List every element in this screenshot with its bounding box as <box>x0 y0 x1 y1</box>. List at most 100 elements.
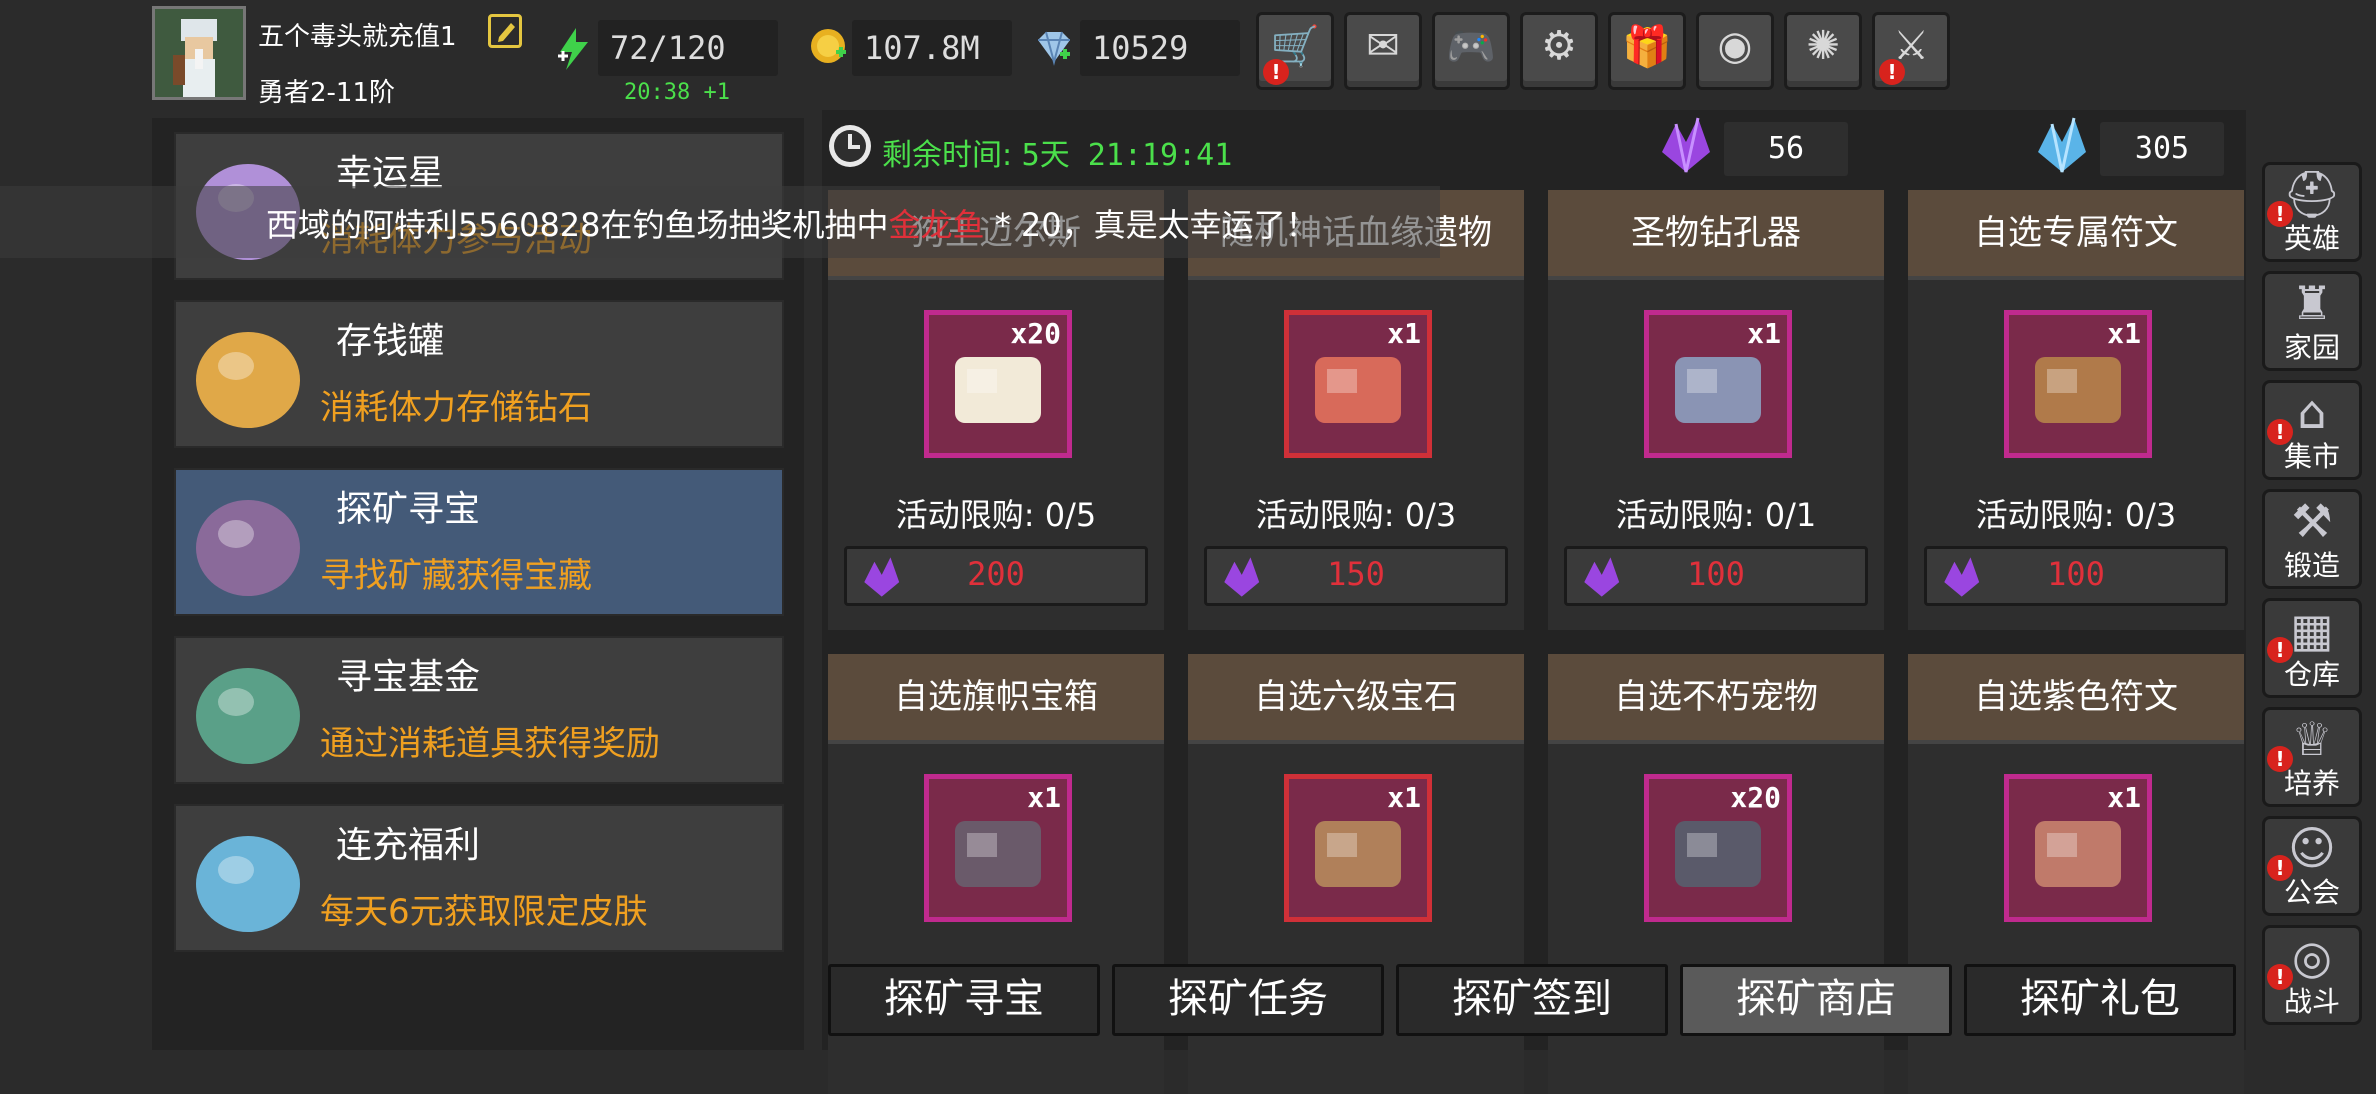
fireworks-icon: ✺ <box>1806 23 1840 69</box>
shop-item-name: 自选专属符文 <box>1908 190 2244 280</box>
gift-icon: 🎁 <box>1622 24 1672 70</box>
alert-badge: ! <box>2267 637 2293 663</box>
sidebar-item-title: 探矿寻宝 <box>336 489 481 530</box>
broadcast-message: 西域的阿特利5560828在钓鱼场抽奖机抽中金龙鱼 * 20，真是太幸运了！ <box>266 200 1318 246</box>
shop-item-frame[interactable]: x20 <box>924 310 1072 458</box>
gamepad-button[interactable]: 🎮 <box>1432 12 1510 90</box>
gold-coin-icon <box>808 26 848 66</box>
broadcast-prefix: 西域的阿特利5560828在钓鱼场抽奖机抽中 <box>266 206 889 244</box>
pet-egg-chest-icon <box>1667 801 1769 897</box>
shop-item-frame[interactable]: x20 <box>1644 774 1792 922</box>
shop-item-quantity: x20 <box>1730 781 1781 814</box>
nav-guild[interactable]: ☺ 公会! <box>2262 816 2362 916</box>
price-value: 100 <box>2047 555 2105 593</box>
sidebar-item-piggy-bank[interactable]: 存钱罐 消耗体力存储钻石 <box>174 300 784 448</box>
settings-gear-icon: ⚙ <box>1541 23 1577 69</box>
color-wheel-icon: ◉ <box>1717 23 1753 69</box>
nav-label: 锻造 <box>2283 549 2340 582</box>
sidebar-item-money-bag[interactable]: 寻宝基金通过消耗道具获得奖励 <box>174 636 784 784</box>
nav-portal[interactable]: ◎ 战斗! <box>2262 925 2362 1025</box>
sidebar-item-desc: 寻找矿藏获得宝藏 <box>320 556 592 596</box>
shop-item-frame[interactable]: x1 <box>2004 774 2152 922</box>
tab-4[interactable]: 探矿商店 <box>1680 964 1952 1036</box>
shop-item-card[interactable]: 圣物钻孔器 x1 活动限购: 0/1 100 <box>1548 190 1884 630</box>
nav-label: 家园 <box>2283 331 2340 364</box>
piggy-bank-icon <box>186 314 310 438</box>
blue-crystal-icon <box>2028 112 2094 178</box>
nav-market[interactable]: ⌂ 集市! <box>2262 380 2362 480</box>
relic-chest-icon <box>1307 337 1409 433</box>
shop-item-frame[interactable]: x1 <box>924 774 1072 922</box>
tab-2[interactable]: 探矿任务 <box>1112 964 1384 1036</box>
stamina-regen-timer: 20:38 +1 <box>624 80 730 105</box>
treasure-chest-icon <box>186 482 310 606</box>
nav-warehouse[interactable]: ▦ 仓库! <box>2262 598 2362 698</box>
shop-item-quantity: x1 <box>1747 317 1781 350</box>
sidebar-item-desc: 消耗体力存储钻石 <box>320 388 592 428</box>
gift-button[interactable]: 🎁 <box>1608 12 1686 90</box>
broadcast-highlight: 金龙鱼 <box>888 206 985 244</box>
nav-anvil[interactable]: ⚒ 锻造 <box>2262 489 2362 589</box>
castle-icon: ♜ <box>2291 276 2333 330</box>
purple-crystal-count: 56 <box>1724 122 1848 176</box>
shop-item-quantity: x1 <box>2107 317 2141 350</box>
player-avatar[interactable] <box>152 6 246 100</box>
fireworks-button[interactable]: ✺ <box>1784 12 1862 90</box>
sidebar-item-crystal-cube[interactable]: 连充福利 每天6元获取限定皮肤 <box>174 804 784 952</box>
tab-3[interactable]: 探矿签到 <box>1396 964 1668 1036</box>
shop-item-name: 自选六级宝石 <box>1188 654 1524 744</box>
alert-badge: ! <box>2267 746 2293 772</box>
shop-item-name: 自选旗帜宝箱 <box>828 654 1164 744</box>
nav-trophy[interactable]: ♕ 培养! <box>2262 707 2362 807</box>
nav-castle[interactable]: ♜ 家园 <box>2262 271 2362 371</box>
shop-item-frame[interactable]: x1 <box>1644 310 1792 458</box>
shop-item-name: 圣物钻孔器 <box>1548 190 1884 280</box>
purchase-limit: 活动限购: 0/3 <box>1255 496 1457 534</box>
purchase-limit: 活动限购: 0/1 <box>1615 496 1817 534</box>
alert-badge: ! <box>2267 855 2293 881</box>
diamond-value: 10529 <box>1080 20 1240 76</box>
purple-rune-chest-icon <box>2027 801 2129 897</box>
buy-button[interactable]: 100 <box>1564 546 1868 606</box>
gem-chest-icon <box>1307 801 1409 897</box>
shop-item-frame[interactable]: x1 <box>2004 310 2152 458</box>
avatar-portrait-icon <box>155 9 243 97</box>
buy-button[interactable]: 200 <box>844 546 1148 606</box>
remaining-time-value: 5天 21:19:41 <box>1021 138 1233 173</box>
crossed-swords-button[interactable]: ⚔! <box>1872 12 1950 90</box>
shop-item-card[interactable]: 自选专属符文 x1 活动限购: 0/3 100 <box>1908 190 2244 630</box>
rune-chest-icon <box>2027 337 2129 433</box>
edit-name-icon[interactable] <box>488 14 522 48</box>
shop-item-frame[interactable]: x1 <box>1284 774 1432 922</box>
shop-item-quantity: x1 <box>1027 781 1061 814</box>
shop-item-quantity: x1 <box>1387 317 1421 350</box>
buy-button[interactable]: 100 <box>1924 546 2228 606</box>
mail-button[interactable]: ✉ <box>1344 12 1422 90</box>
shop-item-name: 自选紫色符文 <box>1908 654 2244 744</box>
mail-icon: ✉ <box>1366 23 1400 69</box>
flag-chest-icon <box>947 801 1049 897</box>
sidebar-item-desc: 每天6元获取限定皮肤 <box>320 892 648 932</box>
tab-5[interactable]: 探矿礼包 <box>1964 964 2236 1036</box>
sidebar-item-desc: 通过消耗道具获得奖励 <box>320 724 660 764</box>
sidebar-item-treasure-chest[interactable]: 探矿寻宝寻找矿藏获得宝藏 <box>174 468 784 616</box>
purchase-limit: 活动限购: 0/5 <box>895 496 1097 534</box>
clock-icon <box>826 122 874 170</box>
nav-helmet[interactable]: ⛑ 英雄! <box>2262 162 2362 262</box>
player-rank: 勇者2-11阶 <box>258 78 396 108</box>
sidebar-item-title: 寻宝基金 <box>336 657 481 698</box>
stamina-value: 72/120 <box>598 20 778 76</box>
money-bag-icon <box>186 650 310 774</box>
buy-button[interactable]: 150 <box>1204 546 1508 606</box>
price-value: 150 <box>1327 555 1385 593</box>
shop-item-frame[interactable]: x1 <box>1284 310 1432 458</box>
settings-gear-button[interactable]: ⚙ <box>1520 12 1598 90</box>
broadcast-suffix: * 20，真是太幸运了！ <box>984 206 1318 244</box>
color-wheel-button[interactable]: ◉ <box>1696 12 1774 90</box>
anvil-icon: ⚒ <box>2291 494 2333 548</box>
tab-1[interactable]: 探矿寻宝 <box>828 964 1100 1036</box>
shop-item-quantity: x1 <box>2107 781 2141 814</box>
gold-value: 107.8M <box>852 20 1012 76</box>
blue-crystal-count: 305 <box>2100 122 2224 176</box>
shop-cart-button[interactable]: 🛒! <box>1256 12 1334 90</box>
